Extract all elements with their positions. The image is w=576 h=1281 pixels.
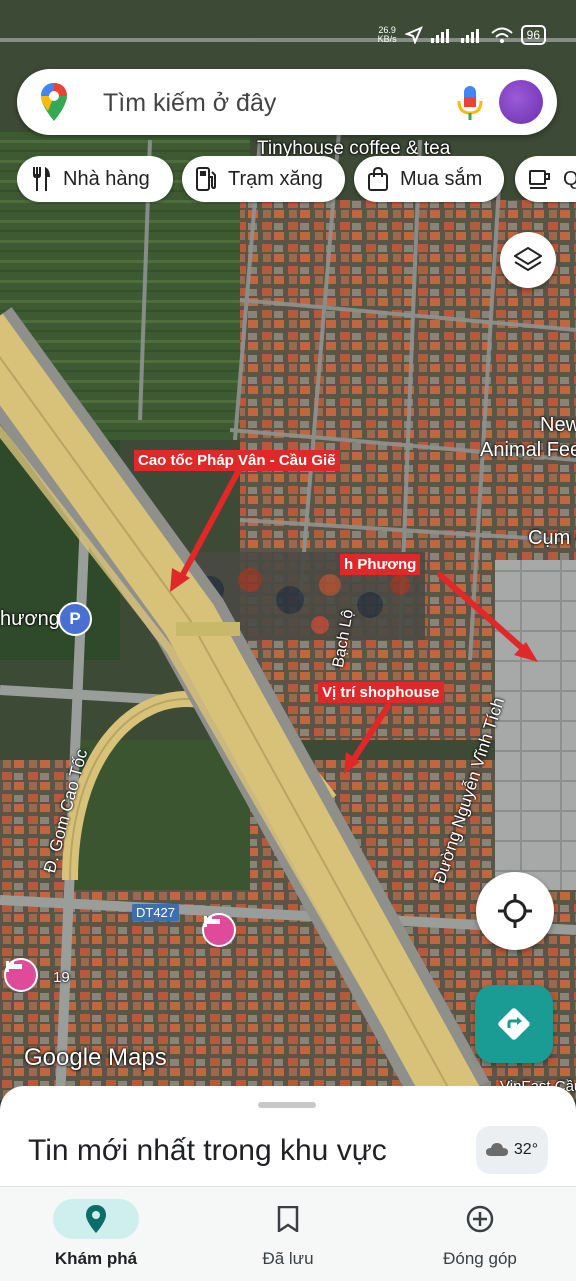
location-arrow-icon bbox=[404, 26, 423, 44]
hotel-marker-icon[interactable] bbox=[202, 913, 236, 947]
sheet-title: Tin mới nhất trong khu vực bbox=[28, 1134, 387, 1167]
gas-station-icon bbox=[196, 167, 216, 191]
category-chips: Nhà hàng Trạm xăng Mua sắm Q bbox=[17, 156, 576, 204]
coffee-icon bbox=[529, 170, 550, 189]
shopping-bag-icon bbox=[368, 167, 388, 191]
temperature: 32° bbox=[513, 1141, 539, 1158]
layers-button[interactable] bbox=[500, 232, 556, 288]
map-label-19: 19 bbox=[53, 969, 70, 986]
hotel-marker-icon[interactable] bbox=[4, 958, 38, 992]
chip-coffee[interactable]: Q bbox=[515, 156, 576, 202]
chip-gas-stations[interactable]: Trạm xăng bbox=[182, 156, 345, 202]
status-bar: 26.9 KB/s 96 bbox=[378, 22, 546, 48]
map-label-new[interactable]: New bbox=[540, 414, 576, 437]
map-label-animal-feed[interactable]: Animal Fee bbox=[480, 439, 576, 462]
microphone-icon[interactable] bbox=[457, 86, 483, 120]
nav-label: Khám phá bbox=[54, 1249, 138, 1268]
weather-badge[interactable]: 32° bbox=[476, 1126, 548, 1174]
search-bar[interactable]: Tìm kiếm ở đây bbox=[17, 69, 557, 135]
annotation-expressway: Cao tốc Pháp Vân - Cầu Giẽ bbox=[134, 450, 340, 471]
nav-saved[interactable]: Đã lưu bbox=[192, 1187, 384, 1281]
directions-button[interactable] bbox=[475, 985, 553, 1063]
google-maps-pin-icon bbox=[41, 83, 67, 121]
parking-icon[interactable]: P bbox=[58, 602, 92, 636]
signal-icon bbox=[430, 29, 449, 43]
layers-icon bbox=[514, 247, 542, 272]
nav-label: Đóng góp bbox=[443, 1249, 517, 1268]
nav-explore-indicator bbox=[53, 1199, 139, 1239]
wifi-icon bbox=[490, 27, 513, 43]
my-location-button[interactable] bbox=[476, 872, 554, 950]
map-label-cum[interactable]: Cụm C bbox=[528, 527, 576, 550]
chip-restaurants[interactable]: Nhà hàng bbox=[17, 156, 173, 202]
annotation-street: h Phương bbox=[340, 554, 421, 575]
cloud-icon bbox=[485, 1143, 508, 1156]
add-circle-icon bbox=[466, 1205, 494, 1233]
chip-label: Mua sắm bbox=[400, 167, 483, 190]
nav-explore[interactable]: Khám phá bbox=[0, 1187, 192, 1281]
bottom-sheet[interactable]: Tin mới nhất trong khu vực 32° bbox=[0, 1086, 576, 1196]
chip-label: Trạm xăng bbox=[228, 167, 323, 190]
bookmark-icon bbox=[277, 1206, 299, 1232]
chip-shopping[interactable]: Mua sắm bbox=[354, 156, 504, 202]
network-speed: 26.9 KB/s bbox=[377, 25, 397, 44]
explore-pin-icon bbox=[86, 1205, 106, 1233]
chip-label: Nhà hàng bbox=[63, 167, 150, 190]
bottom-navigation: Khám phá Đã lưu Đóng góp bbox=[0, 1186, 576, 1281]
battery-indicator: 96 bbox=[520, 25, 546, 45]
sheet-drag-handle[interactable] bbox=[258, 1102, 316, 1108]
signal-icon bbox=[460, 29, 479, 43]
nav-saved-indicator bbox=[245, 1199, 331, 1239]
google-maps-watermark: Google Maps bbox=[24, 1044, 167, 1071]
search-input[interactable]: Tìm kiếm ở đây bbox=[103, 89, 276, 118]
map-label-phuong[interactable]: hương bbox=[0, 608, 60, 631]
chip-label: Q bbox=[563, 167, 576, 190]
nav-contribute[interactable]: Đóng góp bbox=[384, 1187, 576, 1281]
annotation-shophouse: Vị trí shophouse bbox=[318, 682, 444, 703]
nav-contribute-indicator bbox=[437, 1199, 523, 1239]
directions-icon bbox=[498, 1008, 530, 1040]
crosshair-icon bbox=[498, 894, 532, 928]
fork-knife-icon bbox=[33, 167, 50, 191]
road-shield-dt427: DT427 bbox=[132, 904, 180, 921]
avatar[interactable] bbox=[499, 80, 543, 124]
nav-label: Đã lưu bbox=[262, 1249, 314, 1268]
